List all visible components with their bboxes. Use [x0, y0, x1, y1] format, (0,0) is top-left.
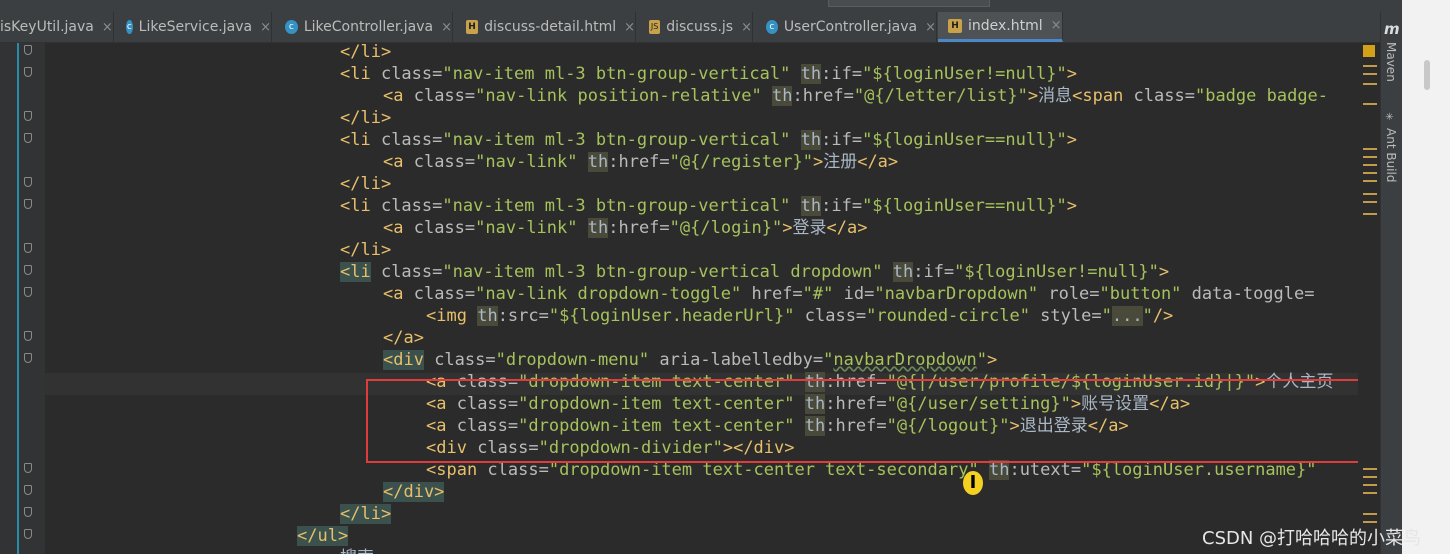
stripe-marker[interactable]	[1363, 103, 1377, 105]
close-icon[interactable]: ×	[925, 20, 936, 35]
html-file-icon: H	[948, 18, 962, 33]
fold-marker-icon[interactable]	[24, 265, 32, 275]
maven-tool-button[interactable]: Maven	[1384, 42, 1398, 82]
code-line: </li>	[340, 174, 392, 194]
fold-marker-icon[interactable]	[24, 199, 32, 209]
code-line: </li>	[340, 43, 392, 62]
tab-label: LikeService.java	[138, 19, 253, 35]
stripe-marker[interactable]	[1363, 83, 1377, 85]
fold-marker-icon[interactable]	[24, 353, 32, 363]
stripe-marker[interactable]	[1363, 156, 1377, 158]
stripe-marker[interactable]	[1363, 172, 1377, 174]
code-line: </li>	[340, 108, 392, 128]
maven-icon[interactable]: m	[1384, 20, 1400, 38]
stripe-marker[interactable]	[1363, 513, 1377, 515]
fold-marker-icon[interactable]	[24, 177, 32, 187]
stripe-marker[interactable]	[1363, 213, 1377, 215]
close-icon[interactable]: ×	[1051, 18, 1062, 33]
fold-marker-icon[interactable]	[24, 331, 32, 341]
tab-label: isKeyUtil.java	[0, 19, 94, 35]
fold-marker-icon[interactable]	[24, 507, 32, 517]
gutter-change-marker	[17, 43, 19, 554]
code-line: </li>	[340, 504, 392, 524]
code-line: </a>	[383, 328, 424, 348]
close-icon[interactable]: ×	[741, 20, 752, 35]
fold-marker-icon[interactable]	[24, 463, 32, 473]
fold-marker-icon[interactable]	[24, 529, 32, 539]
java-class-icon: c	[766, 20, 778, 34]
code-line: <li class="nav-item ml-3 btn-group-verti…	[340, 262, 1170, 282]
code-line: <a class="nav-link position-relative" th…	[383, 86, 1329, 106]
tab-discuss-js[interactable]: JS discuss.js ×	[637, 12, 753, 42]
error-stripe[interactable]	[1358, 43, 1380, 554]
close-icon[interactable]: ×	[441, 20, 452, 35]
tab-index-html[interactable]: H index.html ×	[938, 12, 1063, 42]
code-line: <a class="nav-link" th:href="@{/register…	[383, 152, 899, 172]
fold-marker-icon[interactable]	[24, 111, 32, 121]
stripe-marker[interactable]	[1363, 484, 1377, 486]
run-configuration-selector[interactable]	[828, 0, 990, 7]
tab-discuss-detail[interactable]: H discuss-detail.html ×	[454, 12, 636, 42]
highlight-annotation-box	[366, 379, 1380, 463]
fold-marker-icon[interactable]	[24, 133, 32, 143]
editor-gutter	[0, 43, 45, 554]
code-line: </ul>	[297, 526, 349, 546]
tab-label: UserController.java	[783, 19, 918, 35]
code-line: <li class="nav-item ml-3 btn-group-verti…	[340, 196, 1078, 216]
close-icon[interactable]: ×	[624, 20, 635, 35]
stripe-marker[interactable]	[1363, 193, 1377, 195]
ant-icon: ✳	[1384, 112, 1395, 123]
editor-tab-bar: isKeyUtil.java × c LikeService.java × c …	[0, 12, 1402, 43]
scrollbar-thumb[interactable]	[1424, 60, 1430, 90]
java-class-icon: c	[126, 20, 133, 34]
stripe-marker[interactable]	[1363, 148, 1377, 150]
top-toolbar	[0, 0, 1402, 12]
js-file-icon: JS	[649, 20, 661, 34]
code-line: <img th:src="${loginUser.headerUrl}" cla…	[426, 306, 1174, 326]
ant-build-tool-button[interactable]: Ant Build	[1384, 128, 1398, 182]
code-line: </li>	[340, 240, 392, 260]
stripe-marker[interactable]	[1363, 180, 1377, 182]
java-class-icon: c	[285, 20, 298, 34]
tab-label: LikeController.java	[303, 19, 434, 35]
code-line: <li class="nav-item ml-3 btn-group-verti…	[340, 64, 1078, 84]
code-line: <a class="nav-link dropdown-toggle" href…	[383, 284, 1315, 304]
code-line: <a class="nav-link" th:href="@{/login}">…	[383, 218, 868, 238]
stripe-marker[interactable]	[1363, 164, 1377, 166]
close-icon[interactable]: ×	[102, 20, 113, 35]
stripe-marker[interactable]	[1363, 521, 1377, 523]
watermark: CSDN @打哈哈哈的小菜鸟	[1202, 528, 1422, 549]
tab-likeservice[interactable]: c LikeService.java ×	[114, 12, 272, 42]
text-cursor-icon: I	[963, 471, 983, 495]
stripe-marker[interactable]	[1363, 201, 1377, 203]
fold-marker-icon[interactable]	[24, 243, 32, 253]
code-line: </div>	[383, 482, 445, 502]
tab-label: discuss.js	[666, 19, 734, 35]
tab-likecontroller[interactable]: c LikeController.java ×	[273, 12, 453, 42]
fold-marker-icon[interactable]	[24, 287, 32, 297]
fold-marker-icon[interactable]	[24, 485, 32, 495]
code-line: 搜索	[340, 547, 374, 554]
code-editor[interactable]: </li> <li class="nav-item ml-3 btn-group…	[0, 43, 1380, 554]
tab-label: discuss-detail.html	[484, 19, 617, 35]
fold-marker-icon[interactable]	[24, 45, 32, 55]
right-tool-strip: m Maven ✳ Ant Build	[1380, 12, 1403, 554]
warning-icon[interactable]	[1363, 45, 1375, 57]
tab-label: index.html	[968, 17, 1043, 34]
tab-usercontroller[interactable]: c UserController.java ×	[754, 12, 937, 42]
close-icon[interactable]: ×	[260, 20, 271, 35]
stripe-marker[interactable]	[1363, 492, 1377, 494]
stripe-marker[interactable]	[1363, 65, 1377, 67]
window-edge	[1402, 0, 1450, 554]
code-line: <div class="dropdown-menu" aria-labelled…	[383, 350, 998, 370]
stripe-marker[interactable]	[1363, 73, 1377, 75]
stripe-marker[interactable]	[1363, 468, 1377, 470]
stripe-marker[interactable]	[1363, 476, 1377, 478]
fold-marker-icon[interactable]	[24, 67, 32, 77]
code-line: <li class="nav-item ml-3 btn-group-verti…	[340, 130, 1078, 150]
html-file-icon: H	[466, 20, 479, 34]
tab-iskeyutil[interactable]: isKeyUtil.java ×	[0, 12, 114, 42]
